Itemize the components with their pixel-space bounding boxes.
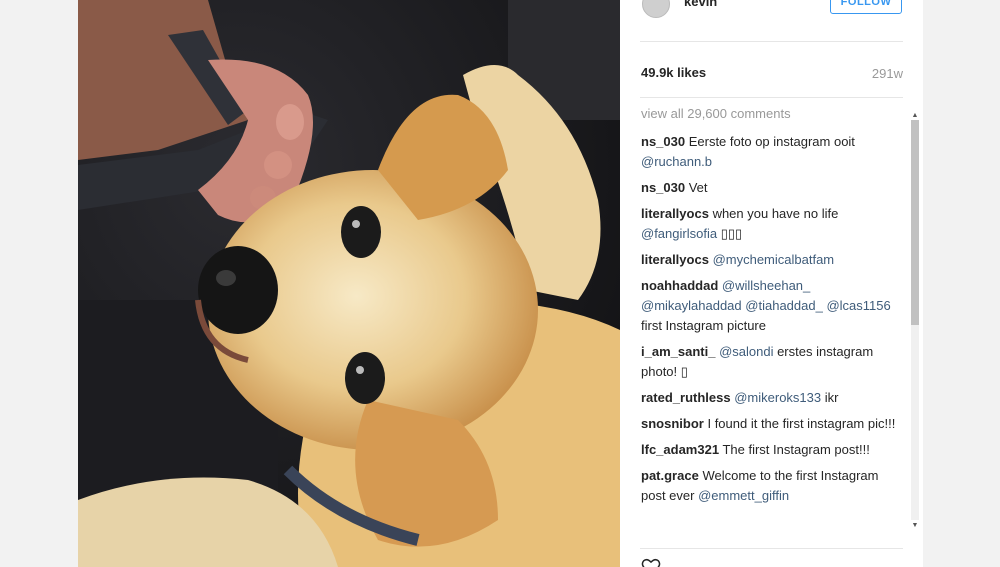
avatar[interactable] [642, 0, 670, 18]
header-divider [640, 41, 903, 42]
comment-mention[interactable]: @mikaylahaddad [641, 298, 742, 313]
comment-text: The first Instagram post!!! [722, 442, 870, 457]
likes-count[interactable]: 49.9k likes [641, 65, 706, 80]
dog-photo-image [78, 0, 620, 567]
comment-mention[interactable]: @mychemicalbatfam [713, 252, 835, 267]
comment-mention[interactable]: @willsheehan_ [722, 278, 810, 293]
comment-username[interactable]: lfc_adam321 [641, 442, 719, 457]
comment-username[interactable]: ns_030 [641, 134, 685, 149]
comment-item: i_am_santi_ @salondi erstes instagram ph… [641, 342, 903, 382]
scroll-thumb[interactable] [911, 120, 919, 325]
comment-text: Vet [688, 180, 708, 195]
comment-username[interactable]: snosnibor [641, 416, 704, 431]
comment-text: when you have no life [712, 206, 839, 221]
comment-mention[interactable]: @ruchann.b [641, 154, 712, 169]
username[interactable]: kevin [684, 0, 717, 9]
comment-mention[interactable]: @salondi [719, 344, 773, 359]
heart-icon[interactable] [640, 558, 662, 567]
comment-text: ▯▯▯ [717, 226, 743, 241]
post-header: kevin FOLLOW [620, 0, 923, 42]
comment-username[interactable]: noahhaddad [641, 278, 718, 293]
comment-username[interactable]: rated_ruthless [641, 390, 731, 405]
comment-item: ns_030 Vet [641, 178, 903, 198]
comments-scrollbar[interactable]: ▲ ▼ [909, 112, 921, 534]
view-all-comments-link[interactable]: view all 29,600 comments [641, 106, 791, 121]
comment-item: noahhaddad @willsheehan_ @mikaylahaddad … [641, 276, 903, 336]
comment-item: ns_030 Eerste foto op instagram ooit @ru… [641, 132, 903, 172]
comment-username[interactable]: ns_030 [641, 180, 685, 195]
scroll-down-icon[interactable]: ▼ [909, 522, 921, 530]
post-photo[interactable] [78, 0, 620, 567]
comment-text: ikr [821, 390, 839, 405]
comment-username[interactable]: literallyocs [641, 206, 709, 221]
comment-username[interactable]: i_am_santi_ [641, 344, 715, 359]
comment-item: rated_ruthless @mikeroks133 ikr [641, 388, 903, 408]
comment-mention[interactable]: @fangirlsofia [641, 226, 717, 241]
comment-mention[interactable]: @lcas1156 [826, 298, 890, 313]
comment-item: pat.grace Welcome to the first Instagram… [641, 466, 903, 506]
follow-button[interactable]: FOLLOW [830, 0, 902, 14]
comment-item: literallyocs when you have no life @fang… [641, 204, 903, 244]
footer-divider [640, 548, 903, 549]
comment-mention[interactable]: @emmett_giffin [698, 488, 789, 503]
post-side-panel: kevin FOLLOW 49.9k likes 291w view all 2… [620, 0, 923, 567]
comment-username[interactable]: literallyocs [641, 252, 709, 267]
scroll-up-icon[interactable]: ▲ [909, 112, 921, 120]
comment-text: Eerste foto op instagram ooit [688, 134, 855, 149]
comment-username[interactable]: pat.grace [641, 468, 699, 483]
comment-mention[interactable]: @mikeroks133 [734, 390, 821, 405]
comment-mention[interactable]: @tiahaddad_ [745, 298, 823, 313]
comments-list: ns_030 Eerste foto op instagram ooit @ru… [641, 132, 903, 512]
comment-item: snosnibor I found it the first instagram… [641, 414, 903, 434]
comment-text: first Instagram picture [641, 318, 766, 333]
comment-text: I found it the first instagram pic!!! [707, 416, 896, 431]
comment-item: lfc_adam321 The first Instagram post!!! [641, 440, 903, 460]
post-age[interactable]: 291w [872, 66, 903, 81]
comment-item: literallyocs @mychemicalbatfam [641, 250, 903, 270]
stats-divider [640, 97, 903, 98]
